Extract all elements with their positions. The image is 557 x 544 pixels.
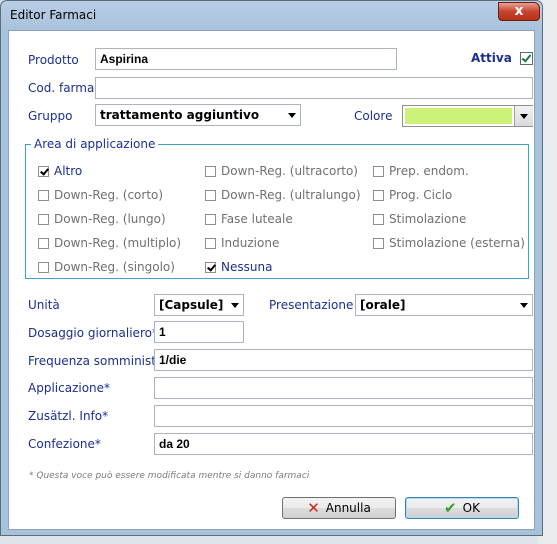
- area-checkbox-label-0: Altro: [54, 164, 83, 178]
- area-checkbox-5[interactable]: [373, 190, 384, 201]
- zusatzl-info-label: Zusätzl. Info*: [28, 409, 109, 423]
- area-checkbox-2[interactable]: [373, 166, 384, 177]
- presentazione-value: [orale]: [360, 298, 406, 312]
- area-checkbox-label-4: Down-Reg. (ultralungo): [221, 188, 361, 202]
- chevron-down-icon: [520, 114, 528, 119]
- area-checkbox-12[interactable]: [38, 262, 49, 273]
- colore-label: Colore: [354, 109, 393, 123]
- colore-picker[interactable]: [402, 105, 533, 127]
- annulla-label: Annulla: [325, 501, 371, 515]
- checkmark-icon: ✔: [444, 499, 457, 517]
- presentazione-label: Presentazione: [269, 298, 354, 312]
- footnote: * Questa voce può essere modificata ment…: [29, 471, 310, 481]
- colore-dropdown-button[interactable]: [514, 106, 533, 126]
- cod-farmaco-label: Cod. farmac: [28, 81, 101, 95]
- area-applicazione-title: Area di applicazione: [31, 137, 159, 151]
- prodotto-label: Prodotto: [28, 53, 79, 67]
- confezione-input[interactable]: da 20: [154, 433, 533, 455]
- area-checkbox-label-5: Prog. Ciclo: [389, 188, 453, 202]
- attiva-label: Attiva: [471, 51, 512, 65]
- area-checkbox-label-11: Stimolazione (esterna): [389, 236, 525, 250]
- area-checkbox-10[interactable]: [205, 238, 216, 249]
- gruppo-value: trattamento aggiuntivo: [100, 108, 260, 122]
- gruppo-select[interactable]: trattamento aggiuntivo: [95, 104, 301, 126]
- unita-value: [Capsule]: [159, 298, 224, 312]
- ok-label: OK: [462, 501, 480, 515]
- presentazione-select[interactable]: [orale]: [355, 294, 533, 316]
- area-checkbox-7[interactable]: [205, 214, 216, 225]
- close-button[interactable]: x: [498, 2, 540, 21]
- applicazione-input[interactable]: [154, 377, 533, 399]
- area-checkbox-label-6: Down-Reg. (lungo): [54, 212, 166, 226]
- area-checkbox-label-1: Down-Reg. (ultracorto): [221, 164, 358, 178]
- prodotto-input[interactable]: Aspirina: [95, 48, 397, 70]
- cod-farmaco-input[interactable]: [95, 77, 533, 99]
- area-checkbox-4[interactable]: [205, 190, 216, 201]
- area-checkbox-label-7: Fase luteale: [221, 212, 293, 226]
- area-checkbox-8[interactable]: [373, 214, 384, 225]
- area-checkbox-13[interactable]: [205, 262, 216, 273]
- area-checkbox-1[interactable]: [205, 166, 216, 177]
- chevron-down-icon: [231, 303, 239, 308]
- dosaggio-input[interactable]: 1: [154, 321, 244, 343]
- area-checkbox-0[interactable]: [38, 166, 49, 177]
- area-checkbox-label-13: Nessuna: [221, 260, 273, 274]
- area-checkbox-label-3: Down-Reg. (corto): [54, 188, 164, 202]
- area-checkbox-label-12: Down-Reg. (singolo): [54, 260, 175, 274]
- dosaggio-label: Dosaggio giornaliero*: [28, 326, 158, 340]
- annulla-button[interactable]: ✕ Annulla: [282, 497, 396, 519]
- area-checkbox-11[interactable]: [373, 238, 384, 249]
- attiva-checkbox[interactable]: [520, 52, 533, 65]
- area-checkbox-label-9: Down-Reg. (multiplo): [54, 236, 182, 250]
- applicazione-label: Applicazione*: [28, 381, 111, 395]
- chevron-down-icon: [520, 303, 528, 308]
- dialog-content: Prodotto Aspirina Attiva Cod. farmac Gru…: [8, 30, 535, 530]
- frequenza-input[interactable]: 1/die: [154, 349, 533, 371]
- frequenza-label: Frequenza somministr.: [28, 354, 164, 368]
- zusatzl-info-input[interactable]: [154, 405, 533, 427]
- unita-select[interactable]: [Capsule]: [154, 294, 244, 316]
- ok-button[interactable]: ✔ OK: [405, 497, 519, 519]
- cancel-x-icon: ✕: [307, 499, 320, 517]
- close-icon: x: [514, 3, 524, 19]
- area-checkbox-label-10: Induzione: [221, 236, 280, 250]
- gruppo-label: Gruppo: [28, 109, 73, 123]
- window-title: Editor Farmaci: [10, 8, 97, 22]
- area-checkbox-label-2: Prep. endom.: [389, 164, 469, 178]
- unita-label: Unità: [28, 298, 60, 312]
- confezione-label: Confezione*: [28, 437, 101, 451]
- area-checkbox-3[interactable]: [38, 190, 49, 201]
- colore-swatch-fill: [405, 108, 512, 124]
- area-checkbox-9[interactable]: [38, 238, 49, 249]
- area-checkbox-6[interactable]: [38, 214, 49, 225]
- chevron-down-icon: [288, 113, 296, 118]
- area-checkbox-label-8: Stimolazione: [389, 212, 467, 226]
- title-bar[interactable]: Editor Farmaci x: [1, 1, 542, 30]
- editor-farmaci-dialog: Editor Farmaci x Prodotto Aspirina Attiv…: [0, 0, 543, 536]
